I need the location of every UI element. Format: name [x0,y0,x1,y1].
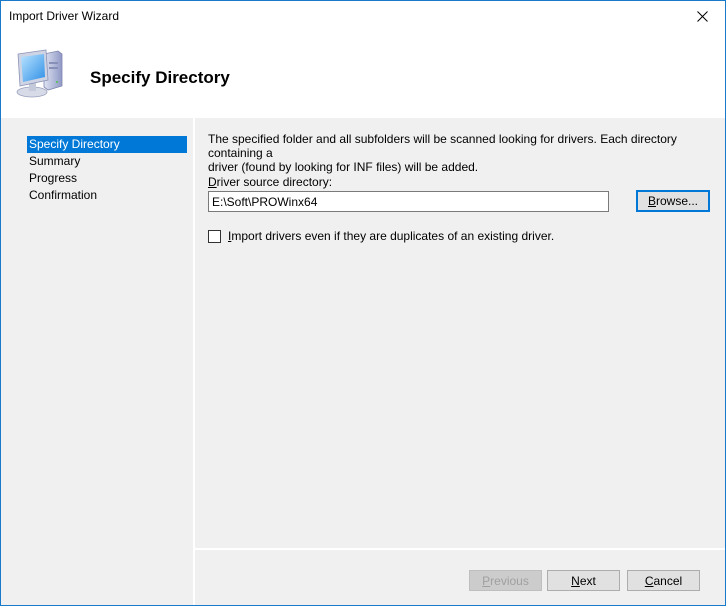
import-driver-wizard-window: Import Driver Wizard Specify Directory S… [0,0,726,606]
description-text: The specified folder and all subfolders … [208,132,708,174]
step-summary[interactable]: Summary [27,153,187,170]
previous-button[interactable]: Previous [469,570,542,591]
accelerator-key: D [208,175,217,189]
accelerator-key: B [647,194,656,208]
window-title: Import Driver Wizard [9,9,120,23]
wizard-steps-sidebar: Specify Directory Summary Progress Confi… [1,118,193,605]
import-duplicates-option[interactable]: Import drivers even if they are duplicat… [208,228,554,244]
checkbox-label: mport drivers even if they are duplicate… [231,229,555,243]
wizard-header: Specify Directory [1,32,725,118]
page-title: Specify Directory [90,68,230,87]
accelerator-key: C [644,573,654,588]
wizard-content: The specified folder and all subfolders … [195,118,725,548]
button-text: ancel [653,573,683,588]
computer-icon [16,49,63,98]
close-icon [696,10,708,22]
driver-source-input[interactable] [208,191,609,212]
cancel-button[interactable]: Cancel [627,570,700,591]
step-specify-directory[interactable]: Specify Directory [27,136,187,153]
button-text: rowse... [656,194,699,208]
description-line-1: The specified folder and all subfolders … [208,132,677,160]
accelerator-key: N [571,573,580,588]
browse-button[interactable]: Browse... [636,190,710,212]
import-duplicates-checkbox[interactable] [208,229,221,243]
next-button[interactable]: Next [547,570,620,591]
button-text: ext [579,573,596,588]
description-line-2: driver (found by looking for INF files) … [208,160,479,174]
driver-source-label: Driver source directory: [208,175,332,189]
step-progress[interactable]: Progress [27,170,187,187]
step-confirmation[interactable]: Confirmation [27,187,187,204]
label-text: river source directory: [216,175,333,189]
wizard-footer: Previous Next Cancel [195,550,725,605]
close-button[interactable] [679,1,725,31]
accelerator-key: P [482,573,491,588]
button-text: revious [490,573,529,588]
title-bar: Import Driver Wizard [1,1,725,32]
